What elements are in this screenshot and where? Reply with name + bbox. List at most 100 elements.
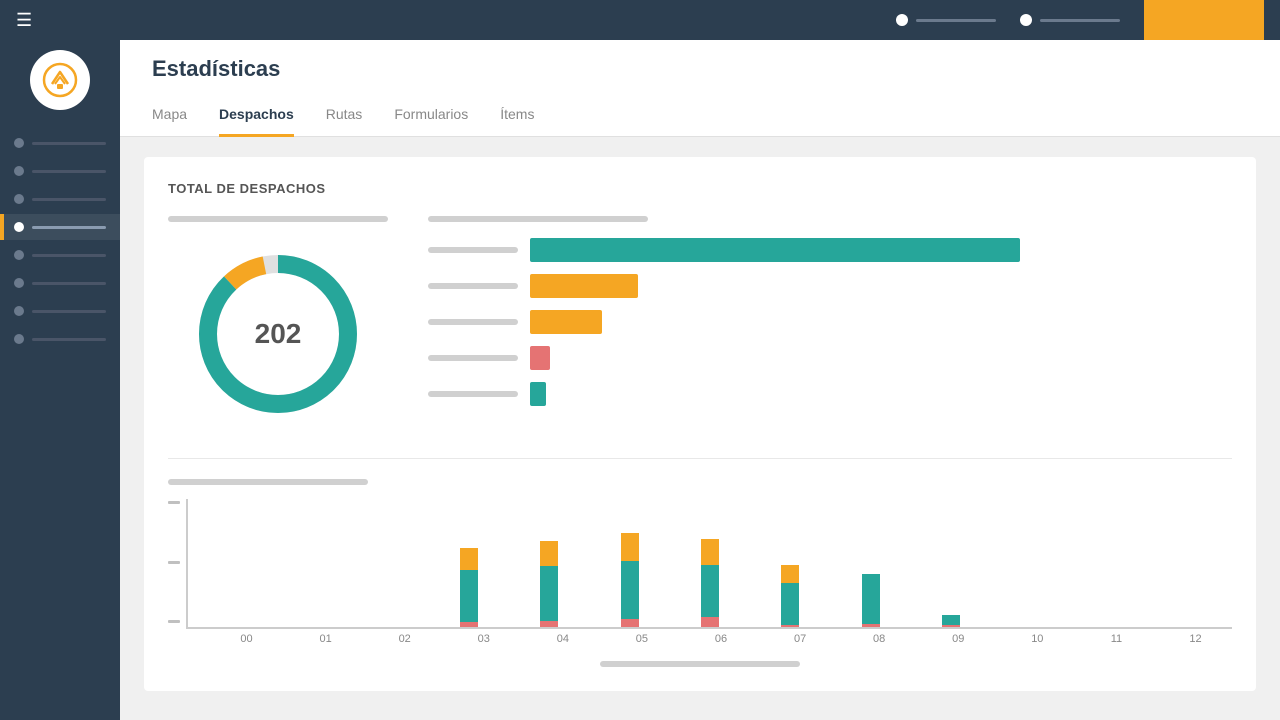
sidebar-item-2[interactable] xyxy=(0,158,120,184)
bar-yellow-03 xyxy=(460,548,478,570)
stats-top: 202 xyxy=(168,216,1232,434)
bar-red-03 xyxy=(460,622,478,627)
sidebar-bar-7 xyxy=(32,310,106,313)
sidebar-dot-1 xyxy=(14,138,24,148)
topbar: ☰ xyxy=(0,0,1280,40)
tab-mapa[interactable]: Mapa xyxy=(152,98,187,137)
bar-yellow-04 xyxy=(540,541,558,566)
chart-scrollbar[interactable] xyxy=(600,661,800,667)
bar-teal-06 xyxy=(701,565,719,617)
hbar-top-label xyxy=(428,216,648,222)
bar-teal-07 xyxy=(781,583,799,625)
y-tick-top xyxy=(168,501,180,504)
sidebar-bar-1 xyxy=(32,142,106,145)
bar-group-05 xyxy=(594,533,666,627)
bar-stack-05 xyxy=(621,533,639,627)
sidebar-item-1[interactable] xyxy=(0,130,120,156)
donut-section: 202 xyxy=(168,216,388,434)
hbar-label-5 xyxy=(428,391,518,397)
donut-container: 202 xyxy=(168,234,388,434)
time-label-07: 07 xyxy=(764,633,837,645)
topbar-action-button[interactable] xyxy=(1144,0,1264,40)
slider-line-1[interactable] xyxy=(916,19,996,22)
hbar-bar-3 xyxy=(530,310,602,334)
bar-red-09 xyxy=(942,625,960,627)
sidebar-item-6[interactable] xyxy=(0,270,120,296)
tab-rutas[interactable]: Rutas xyxy=(326,98,363,137)
sidebar-item-8[interactable] xyxy=(0,326,120,352)
time-label-09: 09 xyxy=(922,633,995,645)
time-label-05: 05 xyxy=(605,633,678,645)
hbar-row-4 xyxy=(428,346,1232,370)
y-tick-mid xyxy=(168,561,180,564)
sidebar-item-7[interactable] xyxy=(0,298,120,324)
bar-red-08 xyxy=(862,624,880,627)
donut-label-bar xyxy=(168,216,388,222)
hamburger-icon[interactable]: ☰ xyxy=(16,10,32,31)
bar-teal-03 xyxy=(460,570,478,622)
page-header: Estadísticas Mapa Despachos Rutas Formul… xyxy=(120,40,1280,137)
page-title: Estadísticas xyxy=(152,56,1248,82)
y-tick-bot xyxy=(168,620,180,623)
bar-stack-06 xyxy=(701,539,719,627)
bar-yellow-06 xyxy=(701,539,719,565)
stats-card: TOTAL DE DESPACHOS xyxy=(144,157,1256,691)
bar-teal-04 xyxy=(540,566,558,621)
sidebar xyxy=(0,40,120,720)
hbar-rows xyxy=(428,238,1232,406)
tabs: Mapa Despachos Rutas Formularios Ítems xyxy=(152,98,1248,136)
sidebar-dot-6 xyxy=(14,278,24,288)
dashboard: TOTAL DE DESPACHOS xyxy=(120,137,1280,720)
logo[interactable] xyxy=(30,50,90,110)
time-label-00: 00 xyxy=(210,633,283,645)
hbar-label-3 xyxy=(428,319,518,325)
bar-yellow-05 xyxy=(621,533,639,561)
sidebar-bar-4 xyxy=(32,226,106,229)
tab-formularios[interactable]: Formularios xyxy=(394,98,468,137)
tab-despachos[interactable]: Despachos xyxy=(219,98,294,137)
sidebar-items xyxy=(0,130,120,352)
time-label-06: 06 xyxy=(684,633,757,645)
stats-title: TOTAL DE DESPACHOS xyxy=(168,181,1232,196)
hbar-section xyxy=(428,216,1232,434)
time-label-08: 08 xyxy=(843,633,916,645)
bar-red-05 xyxy=(621,619,639,627)
sidebar-dot-5 xyxy=(14,250,24,260)
sidebar-dot-7 xyxy=(14,306,24,316)
hbar-bar-5 xyxy=(530,382,546,406)
hbar-label-4 xyxy=(428,355,518,361)
sidebar-item-3[interactable] xyxy=(0,186,120,212)
sidebar-bar-6 xyxy=(32,282,106,285)
hbar-row-5 xyxy=(428,382,1232,406)
bar-red-04 xyxy=(540,621,558,627)
sidebar-item-4[interactable] xyxy=(0,214,120,240)
bar-teal-09 xyxy=(942,615,960,625)
time-label-01: 01 xyxy=(289,633,362,645)
sidebar-bar-8 xyxy=(32,338,106,341)
slider-line-2[interactable] xyxy=(1040,19,1120,22)
sidebar-item-5[interactable] xyxy=(0,242,120,268)
donut-chart: 202 xyxy=(188,244,368,424)
hbar-row-2 xyxy=(428,274,1232,298)
sidebar-dot-8 xyxy=(14,334,24,344)
sidebar-dot-4 xyxy=(14,222,24,232)
bar-stack-08 xyxy=(862,574,880,627)
tab-items[interactable]: Ítems xyxy=(500,98,534,137)
slider-dot-2 xyxy=(1020,14,1032,26)
topbar-slider-1 xyxy=(896,14,996,26)
bar-group-06 xyxy=(674,539,746,627)
logo-icon xyxy=(42,62,78,98)
slider-dot-1 xyxy=(896,14,908,26)
hbar-row-1 xyxy=(428,238,1232,262)
topbar-slider-2 xyxy=(1020,14,1120,26)
bar-red-06 xyxy=(701,617,719,627)
bar-red-07 xyxy=(781,625,799,627)
bar-group-04 xyxy=(513,541,585,627)
bar-group-07 xyxy=(754,565,826,627)
bar-teal-08 xyxy=(862,574,880,624)
hbar-bar-4 xyxy=(530,346,550,370)
sidebar-dot-2 xyxy=(14,166,24,176)
time-label-04: 04 xyxy=(526,633,599,645)
bar-group-08 xyxy=(835,574,907,627)
time-chart-section: 00 01 02 03 04 05 06 07 08 09 10 xyxy=(168,479,1232,667)
